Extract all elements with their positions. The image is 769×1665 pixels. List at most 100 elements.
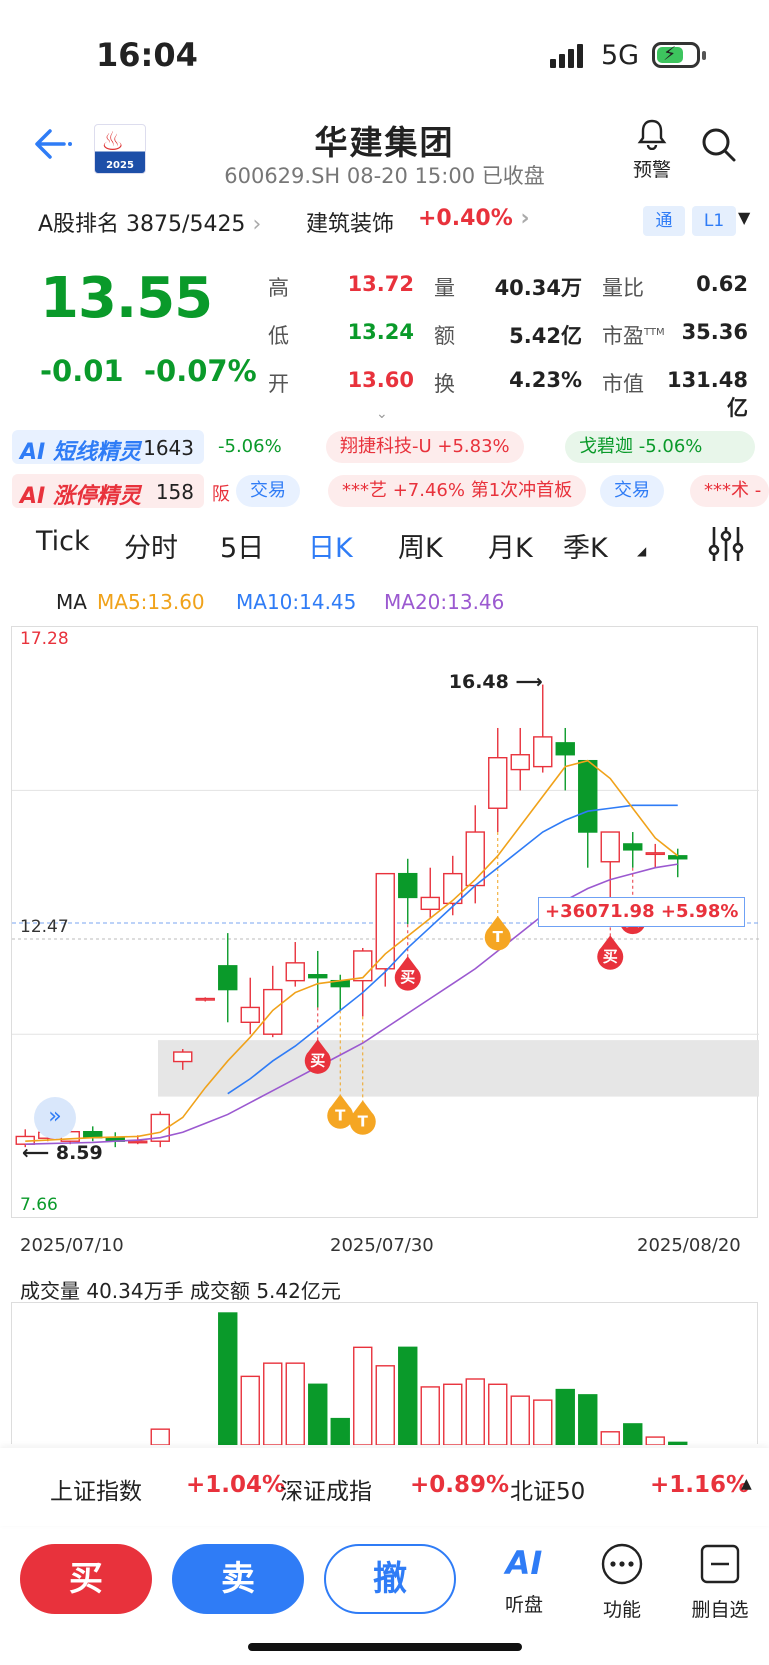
ai1-item-0[interactable]: -5.06% <box>212 431 288 463</box>
high-annotation-value: 16.48 <box>448 670 509 693</box>
pe-label-text: 市盈 <box>602 324 644 348</box>
turnover-label: 换 <box>434 372 455 396</box>
industry-change[interactable]: +0.40% › <box>418 206 530 231</box>
index-value-1: +0.89% <box>410 1472 510 1498</box>
ai-limit-up-title-text: 涨停精灵 <box>52 484 141 509</box>
amount-label: 额 <box>434 324 455 348</box>
tab-intraday[interactable]: 分时 <box>124 526 178 565</box>
candle-body <box>623 843 643 851</box>
ma20-legend: MA20:13.46 <box>384 590 505 614</box>
volume-bar <box>420 1386 440 1446</box>
tab-weekly-k[interactable]: 周K <box>398 526 443 565</box>
caret-down-icon[interactable]: ▼ <box>738 208 750 227</box>
volume-bar <box>578 1394 598 1446</box>
battery-icon: ⚡ <box>652 42 706 68</box>
kline-chart[interactable]: 买TT买T买买 17.28 7.66 12.47 16.48 ⟶ ⟵ 8.59 … <box>11 626 759 1218</box>
t-signal-label: T <box>358 1112 369 1130</box>
expand-chevron-icon[interactable]: ⌄ <box>376 406 388 422</box>
function-button[interactable]: 功能 <box>587 1542 657 1622</box>
tab-daily-k[interactable]: 日K <box>308 526 353 565</box>
ai2-trade-button-2[interactable]: 交易 <box>600 475 664 507</box>
status-time: 16:04 <box>96 36 198 74</box>
ai-short-line-badge[interactable]: AI 短线精灵 1643 <box>12 430 204 465</box>
rank-row: A股排名 3875/5425 › 建筑装饰 +0.40% › 通 L1 ▼ <box>0 202 769 242</box>
candle-body <box>555 742 575 756</box>
settings-sliders-icon[interactable] <box>706 524 746 571</box>
volume-bar <box>150 1428 170 1446</box>
candle-body <box>600 831 620 863</box>
volume-bar <box>330 1417 350 1446</box>
index-name-0: 上证指数 <box>50 1479 142 1505</box>
profit-label[interactable]: +36071.98 +5.98% <box>538 897 746 927</box>
candle-body <box>420 896 440 911</box>
candle-body <box>645 852 665 856</box>
price-change: -0.01 <box>40 354 124 388</box>
ma-label: MA <box>56 590 87 614</box>
volume-label: 量 <box>434 276 455 300</box>
search-icon[interactable] <box>700 126 738 168</box>
candle-body <box>578 759 598 833</box>
market-cap-label: 市值 <box>602 372 644 396</box>
volume-bar <box>443 1383 463 1446</box>
index-bar[interactable]: 上证指数 +1.04% 深证成指 +0.89% 北证50 +1.16% ▲ <box>0 1448 769 1526</box>
y-max-label: 17.28 <box>20 629 69 649</box>
volume-bar <box>308 1383 328 1446</box>
level-tag[interactable]: L1 <box>692 206 736 236</box>
chevron-right-icon: › <box>252 212 262 237</box>
price-change-pct: -0.07% <box>144 354 257 388</box>
low-annotation: ⟵ 8.59 <box>22 1141 103 1164</box>
tab-tick[interactable]: Tick <box>36 526 90 557</box>
a-share-rank-label: A股排名 3875/5425 <box>38 212 246 237</box>
tong-tag[interactable]: 通 <box>643 206 685 236</box>
ai2-item-cut[interactable]: ***术 - <box>690 475 769 507</box>
volume-bar <box>285 1362 305 1446</box>
candle-body <box>510 754 530 771</box>
ai-limit-up-badge[interactable]: AI 涨停精灵 158 <box>12 474 204 509</box>
ai2-trade-button[interactable]: 交易 <box>236 475 300 507</box>
open-value: 13.60 <box>347 368 414 392</box>
y-min-label: 7.66 <box>20 1195 58 1215</box>
turnover-value: 4.23% <box>509 368 582 392</box>
industry-change-value: +0.40% <box>418 206 513 231</box>
alert-button[interactable]: 预警 <box>626 118 678 182</box>
alert-label: 预警 <box>632 159 671 181</box>
volume-svg <box>150 1312 688 1446</box>
remove-watchlist-button[interactable]: 删自选 <box>685 1542 755 1622</box>
amount-value: 5.42亿 <box>509 324 582 348</box>
a-share-rank[interactable]: A股排名 3875/5425 › <box>38 206 261 238</box>
cancel-order-button[interactable]: 撤 <box>324 1544 456 1614</box>
signal-icon <box>550 44 586 68</box>
volume-bar <box>263 1362 283 1446</box>
ref-price-label: 12.47 <box>20 917 69 937</box>
candle-body <box>218 965 238 991</box>
last-price: 13.55 <box>40 266 213 331</box>
ai2-cut-text: 阪 <box>212 484 230 505</box>
date-start: 2025/07/10 <box>20 1235 124 1256</box>
sell-button[interactable]: 卖 <box>172 1544 304 1614</box>
candle-body <box>128 1140 148 1144</box>
volume-bar <box>488 1383 508 1446</box>
ai-short-line-row: AI 短线精灵 1643 -5.06% 翔捷科技-U +5.83% 戈碧迦 -5… <box>0 426 769 470</box>
ai-listen-button[interactable]: AI 听盘 <box>489 1542 559 1617</box>
tab-quarterly-k[interactable]: 季K <box>563 526 608 565</box>
home-indicator <box>248 1643 522 1651</box>
caret-up-icon[interactable]: ▲ <box>741 1476 752 1492</box>
tab-monthly-k[interactable]: 月K <box>488 526 533 565</box>
tab-5day[interactable]: 5日 <box>220 526 264 565</box>
candle-body <box>195 997 215 1001</box>
t-signal-label: T <box>335 1106 346 1124</box>
ai-short-line-count: 1643 <box>143 436 194 460</box>
candle-body <box>533 736 553 768</box>
expand-double-chevron-icon[interactable]: » <box>34 1097 76 1139</box>
volume-bar <box>623 1423 643 1446</box>
ai1-item-1[interactable]: 翔捷科技-U +5.83% <box>326 431 524 463</box>
chevron-right-icon: › <box>520 206 530 231</box>
industry-name[interactable]: 建筑装饰 <box>306 206 394 238</box>
tab-more-triangle-icon[interactable]: ◢ <box>637 544 646 558</box>
buy-button[interactable]: 买 <box>20 1544 152 1614</box>
volume-chart[interactable] <box>11 1302 758 1446</box>
ai2-item[interactable]: ***艺 +7.46% 第1次冲首板 <box>328 475 587 507</box>
index-value-2: +1.16% <box>650 1472 750 1498</box>
candle-body <box>465 831 485 887</box>
ai1-item-2[interactable]: 戈碧迦 -5.06% <box>565 431 755 463</box>
